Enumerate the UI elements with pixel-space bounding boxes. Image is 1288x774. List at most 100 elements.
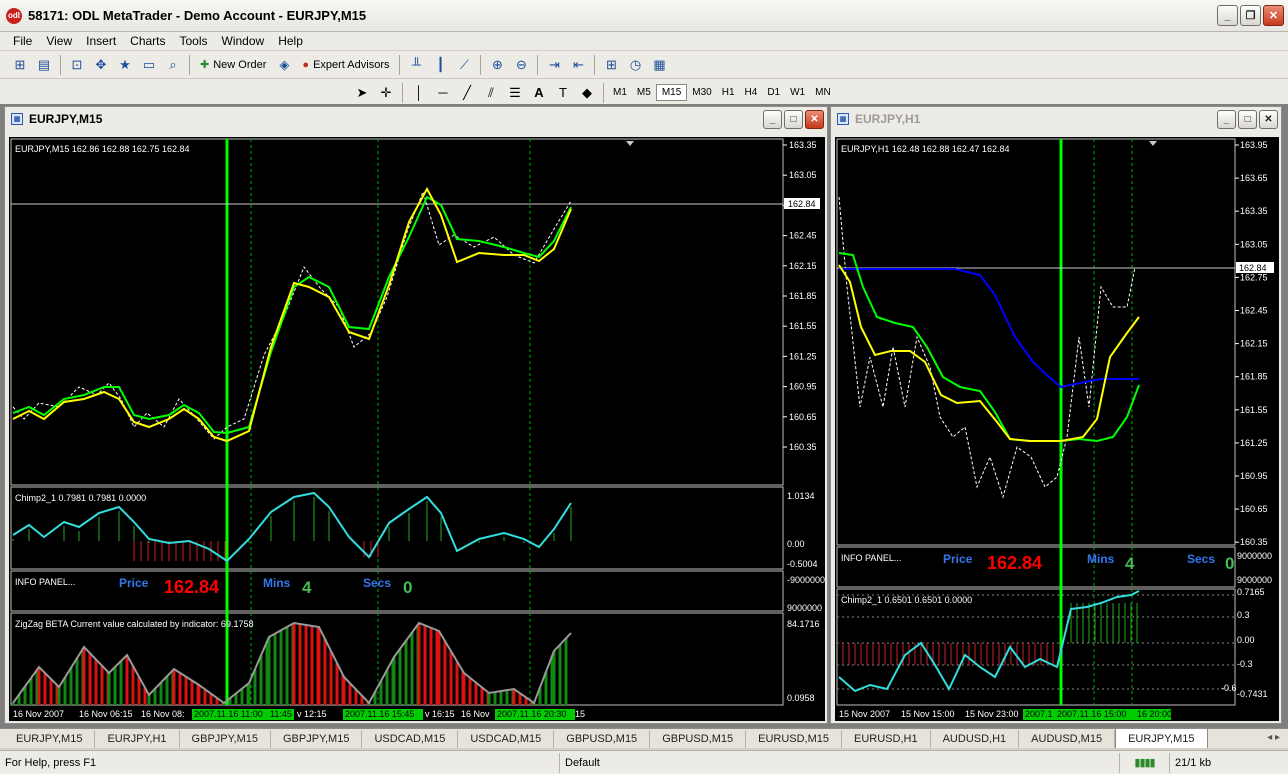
- chart-canvas[interactable]: EURJPY,H1 162.48 162.88 162.47 162.84 16…: [835, 137, 1279, 721]
- chart-tab[interactable]: GBPUSD,M15: [650, 730, 747, 748]
- menu-insert[interactable]: Insert: [79, 34, 123, 48]
- chart1-svg[interactable]: EURJPY,M15 162.86 162.88 162.75 162.84 1…: [9, 137, 825, 721]
- vertical-line-icon[interactable]: │: [407, 82, 431, 104]
- market-watch-icon[interactable]: ⊡: [65, 54, 89, 76]
- text-icon[interactable]: A: [527, 82, 551, 104]
- chart-icon: ▦: [837, 113, 849, 125]
- shift-marker-icon[interactable]: [1149, 141, 1157, 146]
- title-bar[interactable]: odl 58171: ODL MetaTrader - Demo Account…: [0, 0, 1288, 32]
- menu-view[interactable]: View: [39, 34, 79, 48]
- status-profile[interactable]: Default: [560, 752, 1120, 773]
- chart-tab[interactable]: EURJPY,M15: [1115, 728, 1208, 748]
- price-axis-label: 163.35: [1240, 206, 1268, 216]
- chart-tab[interactable]: GBPJPY,M15: [271, 730, 363, 748]
- data-window-icon[interactable]: ✥: [89, 54, 113, 76]
- expert-advisors-button[interactable]: ● Expert Advisors: [296, 59, 395, 71]
- timeframe-m30[interactable]: M30: [687, 85, 716, 100]
- chart-shift-icon[interactable]: ⇤: [566, 54, 590, 76]
- window-title: 58171: ODL MetaTrader - Demo Account - E…: [28, 8, 367, 23]
- chart-tab[interactable]: EURJPY,M15: [4, 730, 96, 748]
- chart-canvas[interactable]: EURJPY,M15 162.86 162.88 162.75 162.84 1…: [9, 137, 825, 721]
- new-order-label: New Order: [213, 58, 267, 71]
- minimize-button[interactable]: _: [1217, 5, 1238, 26]
- timeframe-d1[interactable]: D1: [762, 85, 785, 100]
- profiles-icon[interactable]: ▤: [32, 54, 56, 76]
- strategy-tester-icon[interactable]: ⌕: [161, 54, 185, 76]
- fibonacci-icon[interactable]: ☰: [503, 82, 527, 104]
- chart-tab[interactable]: USDCAD,M15: [362, 730, 459, 748]
- chart-tab[interactable]: EURUSD,H1: [842, 730, 931, 748]
- time-label: v 12:15: [297, 709, 327, 719]
- menu-charts[interactable]: Charts: [123, 34, 172, 48]
- trendline-icon[interactable]: ╱: [455, 82, 479, 104]
- menu-help[interactable]: Help: [271, 34, 310, 48]
- crosshair-icon[interactable]: ✛: [374, 82, 398, 104]
- periods-icon[interactable]: ◷: [623, 54, 647, 76]
- price-axis-label: 160.65: [1240, 504, 1268, 514]
- price-axis-label: 160.65: [789, 412, 817, 422]
- price-axis-label: 161.85: [789, 291, 817, 301]
- shift-marker-icon[interactable]: [626, 141, 634, 146]
- metaeditor-icon[interactable]: ◈: [272, 54, 296, 76]
- timeframe-mn[interactable]: MN: [810, 85, 836, 100]
- bar-chart-icon[interactable]: ╨: [404, 54, 428, 76]
- new-order-button[interactable]: ✚ New Order: [194, 58, 272, 72]
- time-label: 15 Nov 15:00: [901, 709, 955, 719]
- chart-tab[interactable]: GBPUSD,M15: [554, 730, 651, 748]
- chart-close-button[interactable]: ✕: [805, 110, 824, 129]
- menu-window[interactable]: Window: [215, 34, 272, 48]
- menu-file[interactable]: File: [6, 34, 39, 48]
- chart-minimize-button[interactable]: _: [763, 110, 782, 129]
- chart-tab[interactable]: EURJPY,H1: [95, 730, 180, 748]
- chart-tab[interactable]: GBPJPY,M15: [180, 730, 271, 748]
- price-axis-label: 160.95: [789, 382, 817, 392]
- chart-tab[interactable]: EURUSD,M15: [746, 730, 843, 748]
- chart2-svg[interactable]: EURJPY,H1 162.48 162.88 162.47 162.84 16…: [835, 137, 1279, 721]
- chart-close-button[interactable]: ✕: [1259, 110, 1278, 129]
- terminal-icon[interactable]: ▭: [137, 54, 161, 76]
- toolbar-divider: [537, 54, 539, 75]
- cursor-icon[interactable]: ➤: [350, 82, 374, 104]
- candlestick-icon[interactable]: ┃: [428, 54, 452, 76]
- timeframe-h1[interactable]: H1: [717, 85, 740, 100]
- price-axis-label: 163.05: [1240, 239, 1268, 249]
- timeframe-m1[interactable]: M1: [608, 85, 632, 100]
- time-marker: 15: [575, 709, 585, 719]
- zoom-in-icon[interactable]: ⊕: [485, 54, 509, 76]
- chart-window-eurjpy-m15[interactable]: ▦ EURJPY,M15 _ □ ✕ EURJPY,M15 162.86 162…: [4, 106, 828, 724]
- auto-scroll-icon[interactable]: ⇥: [542, 54, 566, 76]
- new-chart-icon[interactable]: ⊞: [8, 54, 32, 76]
- templates-icon[interactable]: ▦: [647, 54, 671, 76]
- timeframe-w1[interactable]: W1: [785, 85, 810, 100]
- menu-tools[interactable]: Tools: [173, 34, 215, 48]
- chart-window-titlebar[interactable]: ▦ EURJPY,M15 _ □ ✕: [5, 107, 827, 131]
- arrows-icon[interactable]: ◆: [575, 82, 599, 104]
- horizontal-line-icon[interactable]: ─: [431, 82, 455, 104]
- timeframe-h4[interactable]: H4: [740, 85, 763, 100]
- chart-tab[interactable]: USDCAD,M15: [458, 730, 555, 748]
- chart-window-eurjpy-h1[interactable]: ▦ EURJPY,H1 _ □ ✕ EURJPY,H1 162.48 162.8…: [830, 106, 1282, 724]
- close-button[interactable]: ✕: [1263, 5, 1284, 26]
- chart-tab[interactable]: AUDUSD,H1: [931, 730, 1020, 748]
- new-order-icon: ✚: [200, 59, 210, 71]
- timeframe-m15[interactable]: M15: [655, 84, 688, 101]
- zigzag-axis-min: 0.0958: [787, 693, 815, 703]
- zoom-out-icon[interactable]: ⊖: [509, 54, 533, 76]
- chart-minimize-button[interactable]: _: [1217, 110, 1236, 129]
- chart-tab[interactable]: AUDUSD,M15: [1019, 730, 1116, 748]
- timeframe-m5[interactable]: M5: [632, 85, 656, 100]
- line-chart-icon[interactable]: ⟋: [452, 54, 476, 76]
- navigator-icon[interactable]: ★: [113, 54, 137, 76]
- info-secs-value: 0: [1225, 554, 1234, 573]
- channel-icon[interactable]: ⫽: [479, 82, 503, 104]
- indicators-icon[interactable]: ⊞: [599, 54, 623, 76]
- chart-maximize-button[interactable]: □: [784, 110, 803, 129]
- chart-maximize-button[interactable]: □: [1238, 110, 1257, 129]
- restore-button[interactable]: ❐: [1240, 5, 1261, 26]
- time-label: 15 Nov 23:00: [965, 709, 1019, 719]
- tab-scroll-arrows-icon[interactable]: ◂ ▸: [1267, 732, 1280, 743]
- text-label-icon[interactable]: T: [551, 82, 575, 104]
- chimp-axis-zero: 0.00: [787, 539, 805, 549]
- line-studies-toolbar: ➤ ✛ │ ─ ╱ ⫽ ☰ A T ◆ M1 M5 M15 M30 H1 H4 …: [0, 79, 1288, 107]
- chart-window-titlebar[interactable]: ▦ EURJPY,H1 _ □ ✕: [831, 107, 1281, 131]
